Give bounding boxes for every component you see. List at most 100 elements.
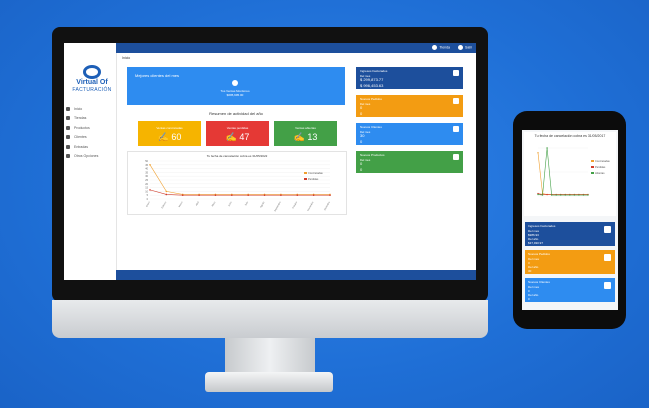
data-point <box>181 194 184 196</box>
x-tick-label: Febrero <box>161 200 168 209</box>
money-icon <box>604 226 611 233</box>
phone-panel-pedidos[interactable]: Nuevos Pedidos Del mes 3 Del año 30 <box>525 250 615 274</box>
y-tick-label: 0 <box>147 198 149 201</box>
thumbs-down-icon: ✍ <box>225 132 237 142</box>
monitor-stand-neck <box>225 338 315 376</box>
legend-label: Concretadas <box>308 171 323 175</box>
kpi-value: ✍ 47 <box>225 132 250 142</box>
desktop-screen: Virtual Of FACTURACIÓN Inicio Tiendas Pr… <box>64 43 476 280</box>
data-point <box>546 193 548 196</box>
x-tick-label: Abril <box>195 201 200 207</box>
legend-label: Perdidas <box>308 177 319 181</box>
panel-value-year: 0 <box>360 111 363 116</box>
data-point <box>560 194 562 196</box>
y-tick-label: 35 <box>145 171 148 174</box>
data-point <box>550 194 553 196</box>
y-tick-label: 50 <box>145 160 148 163</box>
series-line <box>537 147 588 196</box>
phone-panel-clientes[interactable]: Nuevos Clientes Del mes 0 Del año 0 <box>525 278 615 302</box>
y-tick-label: 25 <box>145 179 148 182</box>
panel-value-year: 0 <box>360 167 363 172</box>
sidebar-item-label: Clientes <box>74 135 87 140</box>
data-point <box>546 147 548 149</box>
topbar-store-link[interactable]: Tienda <box>432 45 450 50</box>
welcome-summary: Tus Ventas Monitoreo $695,995.00 <box>220 89 250 97</box>
data-point <box>149 189 151 191</box>
data-point <box>537 152 539 154</box>
panel-value-month: 0 <box>360 161 363 166</box>
y-tick-label: 45 <box>145 164 148 167</box>
series-line <box>537 152 588 195</box>
x-tick-label: Enero <box>145 200 151 207</box>
phone-chart-card: Tu fecha de cancelación cobra es 31/05/2… <box>524 132 616 216</box>
topbar-logout-link[interactable]: Salir <box>457 45 472 50</box>
legend-label: Concretadas <box>595 159 610 163</box>
x-tick-label: Mayo <box>212 201 217 207</box>
data-point <box>280 194 282 196</box>
logo-subtitle: FACTURACIÓN <box>72 87 112 93</box>
kpi-card-perdidas[interactable]: Ventas perdidas ✍ 47 <box>206 121 269 146</box>
legend-label: Abiertas <box>595 171 605 175</box>
legend-swatch <box>591 160 594 162</box>
welcome-card: Mejores clientes del mes Tus Ventas Moni… <box>127 67 345 105</box>
panel-ingresos[interactable]: Ingresos Facturados Del mes $ 299,873.77… <box>356 67 463 89</box>
top-bar: Tienda Salir <box>116 43 476 53</box>
user-icon <box>453 126 459 132</box>
summary-title: Resumen de actividad del año <box>209 111 263 116</box>
sidebar: Virtual Of FACTURACIÓN Inicio Tiendas Pr… <box>64 43 117 280</box>
kpi-card-concretadas[interactable]: Ventas concretadas ✍ 60 <box>138 121 201 146</box>
sidebar-nav: Inicio Tiendas Productos Clientes Entrad… <box>66 104 98 161</box>
sidebar-item-tiendas[interactable]: Tiendas <box>66 114 98 124</box>
sidebar-item-label: Inicio <box>74 106 83 111</box>
user-icon <box>457 45 463 50</box>
panel-clientes[interactable]: Nuevos Clientes Del mes 30 0 <box>356 123 463 145</box>
panel-productos[interactable]: Nuevos Productos Del mes 0 0 <box>356 151 463 173</box>
sidebar-item-label: Otros Opciones <box>74 154 99 159</box>
phone-panel-ingresos[interactable]: Ingresos Facturados Del mes $986.93 Del … <box>525 222 615 246</box>
monitor-stand-base <box>205 372 333 392</box>
inbox-icon <box>66 144 70 149</box>
panel-title: Nuevos Clientes <box>360 125 382 129</box>
sidebar-item-label: Entradas <box>74 144 89 149</box>
sidebar-item-inicio[interactable]: Inicio <box>66 104 98 114</box>
x-tick-label: Septiembre <box>274 200 283 212</box>
panel-value-year: $ 996,453.63 <box>360 83 384 88</box>
panel-pedidos[interactable]: Nuevos Pedidos Del mes 0 0 <box>356 95 463 117</box>
x-tick-label: Agosto <box>259 200 265 208</box>
truck-icon <box>453 98 459 104</box>
x-tick-label: Julio <box>245 201 249 207</box>
legend-swatch <box>591 166 594 168</box>
data-point <box>555 194 557 196</box>
data-point <box>582 194 585 196</box>
phone-screen: Tu fecha de cancelación cobra es 31/05/2… <box>522 130 618 310</box>
logo-title: Virtual Of <box>76 79 108 86</box>
logo-icon <box>83 65 101 79</box>
panel-title: Ingresos Facturados <box>528 224 556 228</box>
panel-title: Nuevos Clientes <box>528 280 550 284</box>
panel-value-month: $ 299,873.77 <box>360 77 384 82</box>
legend-swatch <box>304 172 307 174</box>
data-point <box>296 194 299 196</box>
kpi-card-abiertas[interactable]: Ventas abiertas ✍ 13 <box>274 121 337 146</box>
hand-icon: ✍ <box>293 132 305 142</box>
sidebar-item-productos[interactable]: Productos <box>66 123 98 133</box>
user-icon <box>66 135 70 140</box>
sidebar-item-entradas[interactable]: Entradas <box>66 142 98 152</box>
data-point <box>214 194 217 196</box>
legend-swatch <box>591 172 594 174</box>
data-point <box>165 190 168 193</box>
sidebar-item-otros[interactable]: Otros Opciones <box>66 152 98 162</box>
breadcrumb[interactable]: Inicio <box>122 56 130 60</box>
line-chart: 05101520253035404550 Enero Febrero Marzo Abr… <box>145 160 331 212</box>
legend-swatch <box>304 178 307 180</box>
data-point <box>541 194 544 196</box>
sidebar-item-clientes[interactable]: Clientes <box>66 133 98 143</box>
data-point <box>587 194 589 196</box>
legend-label: Perdidas <box>595 165 606 169</box>
thumbs-up-icon: ✍ <box>157 132 169 142</box>
logo[interactable]: Virtual Of FACTURACIÓN <box>72 65 112 93</box>
x-tick-label: Diciembre <box>323 200 331 211</box>
sidebar-item-label: Productos <box>74 125 90 130</box>
data-point <box>165 193 168 196</box>
x-tick-label: Noviembre <box>307 200 315 211</box>
